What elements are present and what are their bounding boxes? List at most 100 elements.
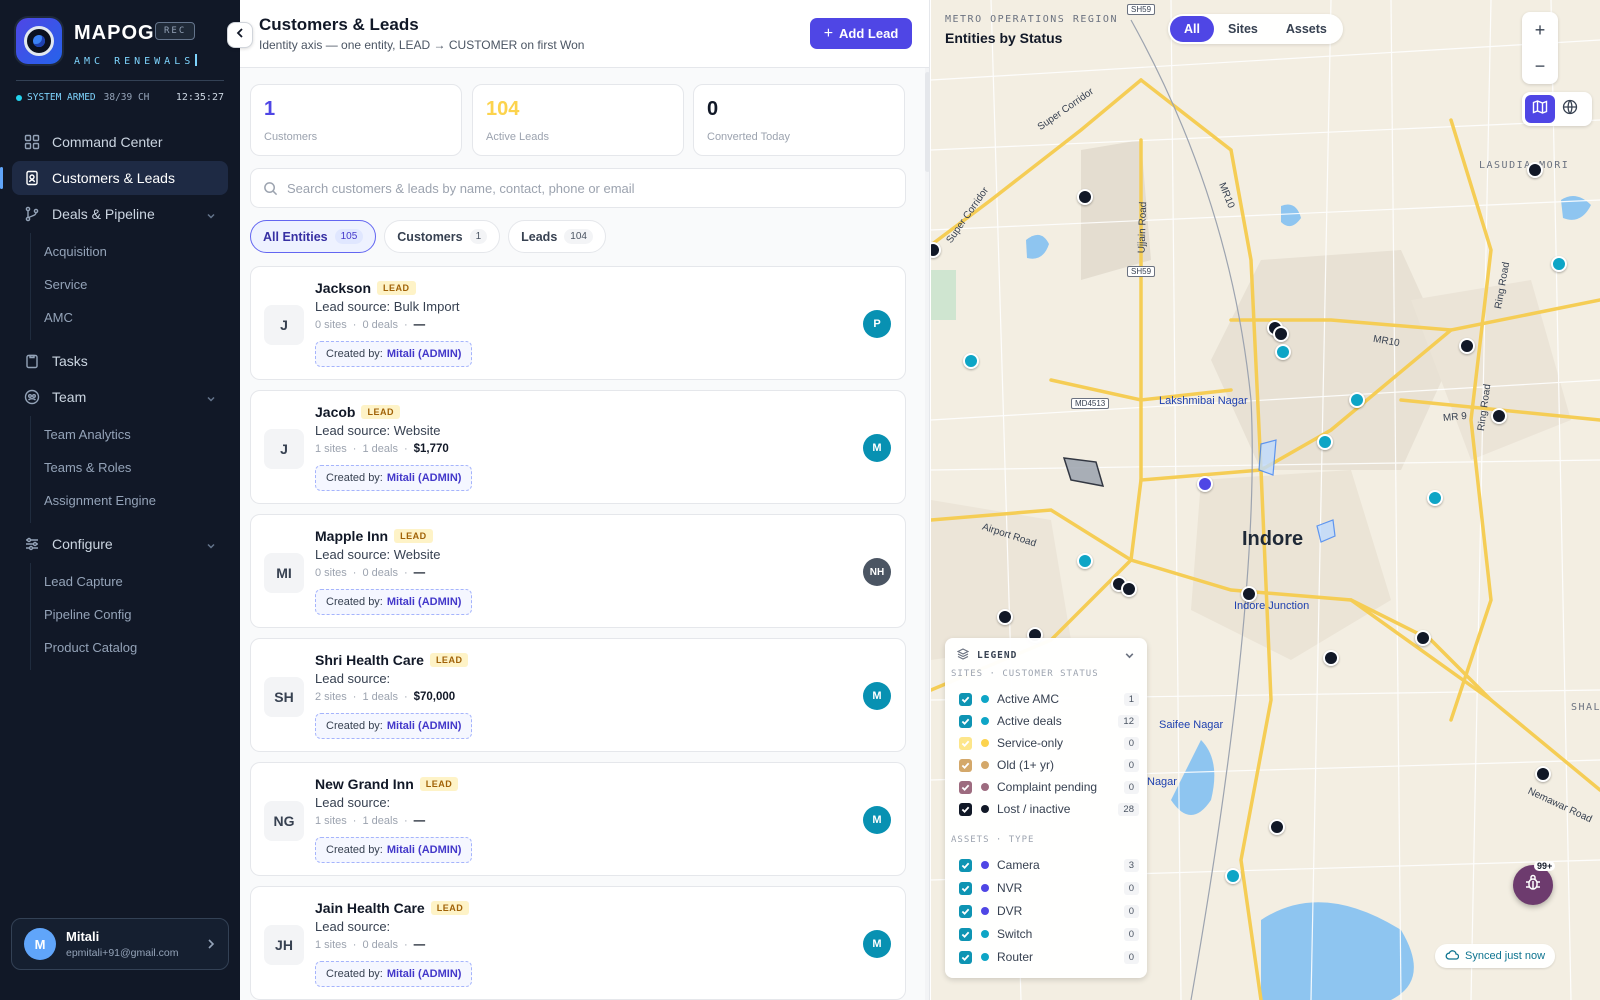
legend-row-nvr[interactable]: NVR 0 — [959, 879, 1139, 897]
sidebar-subitem-team-analytics[interactable]: Team Analytics — [31, 418, 228, 451]
map-marker[interactable] — [1121, 581, 1137, 597]
map-tab-sites[interactable]: Sites — [1214, 16, 1272, 42]
sidebar-item-team[interactable]: Team — [12, 380, 228, 414]
entity-card[interactable]: J Jackson LEAD Lead source: Bulk Import 0… — [250, 266, 906, 380]
checkbox-checked-icon[interactable] — [959, 692, 972, 706]
map-marker[interactable] — [1349, 392, 1365, 408]
map-marker[interactable] — [1491, 408, 1507, 424]
legend-row-old[interactable]: Old (1+ yr) 0 — [959, 756, 1139, 774]
owner-avatar[interactable]: M — [863, 806, 891, 834]
sidebar-subitem-service[interactable]: Service — [31, 268, 228, 301]
map-marker[interactable] — [1275, 344, 1291, 360]
entity-name: Jain Health Care — [315, 900, 425, 916]
created-by-tag[interactable]: Created by: Mitali (ADMIN) — [315, 961, 473, 987]
map-marker[interactable] — [1427, 490, 1443, 506]
legend-label: DVR — [997, 904, 1023, 918]
legend-row-lost-inactive[interactable]: Lost / inactive 28 — [959, 800, 1139, 818]
entity-card[interactable]: JH Jain Health Care LEAD Lead source: 1 s… — [250, 886, 906, 1000]
sidebar-subitem-lead-capture[interactable]: Lead Capture — [31, 565, 228, 598]
map-marker[interactable] — [1273, 326, 1289, 342]
legend-row-router[interactable]: Router 0 — [959, 948, 1139, 966]
list-scrollbar[interactable] — [925, 68, 929, 1000]
map-marker[interactable] — [1415, 630, 1431, 646]
created-by-tag[interactable]: Created by: Mitali (ADMIN) — [315, 465, 473, 491]
map-marker[interactable] — [1323, 650, 1339, 666]
map-marker[interactable] — [1269, 819, 1285, 835]
sidebar-item-customers-leads[interactable]: Customers & Leads — [0, 161, 228, 195]
map-marker[interactable] — [1527, 162, 1543, 178]
globe-view-button[interactable] — [1555, 95, 1585, 123]
map-marker[interactable] — [997, 609, 1013, 625]
checkbox-checked-icon[interactable] — [959, 904, 972, 918]
entity-card[interactable]: MI Mapple Inn LEAD Lead source: Website 0… — [250, 514, 906, 628]
filter-customers[interactable]: Customers 1 — [384, 220, 501, 253]
created-by-tag[interactable]: Created by: Mitali (ADMIN) — [315, 589, 473, 615]
map-marker[interactable] — [1077, 189, 1093, 205]
sidebar-item-configure[interactable]: Configure — [12, 527, 228, 561]
map-tab-all[interactable]: All — [1170, 16, 1214, 42]
created-by-tag[interactable]: Created by: Mitali (ADMIN) — [315, 341, 473, 367]
owner-avatar[interactable]: M — [863, 930, 891, 958]
map-view-button[interactable] — [1525, 95, 1555, 123]
zoom-in-button[interactable]: + — [1522, 12, 1558, 48]
add-lead-button[interactable]: + Add Lead — [810, 18, 912, 49]
owner-avatar[interactable]: P — [863, 310, 891, 338]
filter-leads[interactable]: Leads 104 — [508, 220, 606, 253]
sidebar-subitem-pipeline-config[interactable]: Pipeline Config — [31, 598, 228, 631]
legend-row-active-deals[interactable]: Active deals 12 — [959, 712, 1139, 730]
entity-card[interactable]: SH Shri Health Care LEAD Lead source: 2 s… — [250, 638, 906, 752]
entity-card[interactable]: J Jacob LEAD Lead source: Website 1 sites… — [250, 390, 906, 504]
map-marker[interactable] — [1535, 766, 1551, 782]
checkbox-checked-icon[interactable] — [959, 780, 972, 794]
map-marker[interactable] — [1317, 434, 1333, 450]
checkbox-checked-icon[interactable] — [959, 714, 972, 728]
checkbox-checked-icon[interactable] — [959, 758, 972, 772]
entity-card[interactable]: NG New Grand Inn LEAD Lead source: 1 site… — [250, 762, 906, 876]
filter-all-entities[interactable]: All Entities 105 — [250, 220, 377, 253]
map-marker[interactable] — [963, 353, 979, 369]
map-tab-assets[interactable]: Assets — [1272, 16, 1341, 42]
zoom-out-button[interactable]: − — [1522, 48, 1558, 84]
checkbox-checked-icon[interactable] — [959, 858, 972, 872]
sidebar-subitem-product-catalog[interactable]: Product Catalog — [31, 631, 228, 664]
legend-row-dvr[interactable]: DVR 0 — [959, 902, 1139, 920]
owner-avatar[interactable]: M — [863, 434, 891, 462]
checkbox-checked-icon[interactable] — [959, 950, 972, 964]
bug-report-button[interactable] — [1513, 865, 1553, 905]
map-marker[interactable] — [1551, 256, 1567, 272]
map-marker[interactable] — [1077, 553, 1093, 569]
legend-row-service-only[interactable]: Service-only 0 — [959, 734, 1139, 752]
created-by-tag[interactable]: Created by: Mitali (ADMIN) — [315, 837, 473, 863]
sidebar-item-deals-pipeline[interactable]: Deals & Pipeline — [12, 197, 228, 231]
sidebar-item-command-center[interactable]: Command Center — [12, 125, 228, 159]
entity-name-row: Jackson LEAD — [315, 280, 416, 296]
legend-row-complaint-pending[interactable]: Complaint pending 0 — [959, 778, 1139, 796]
owner-avatar[interactable]: M — [863, 682, 891, 710]
sidebar-subitem-acquisition[interactable]: Acquisition — [31, 235, 228, 268]
chevron-down-icon[interactable] — [1124, 648, 1135, 666]
search-input[interactable] — [287, 169, 897, 207]
collapse-sidebar-button[interactable] — [227, 22, 253, 48]
sidebar-subitem-teams-roles[interactable]: Teams & Roles — [31, 451, 228, 484]
created-by-tag[interactable]: Created by: Mitali (ADMIN) — [315, 713, 473, 739]
deal-amount: $1,770 — [413, 443, 449, 455]
owner-avatar[interactable]: NH — [863, 558, 891, 586]
map-panel[interactable]: METRO OPERATIONS REGION Entities by Stat… — [931, 0, 1600, 1000]
checkbox-checked-icon[interactable] — [959, 802, 972, 816]
checkbox-checked-icon[interactable] — [959, 927, 972, 941]
map-marker[interactable] — [1197, 476, 1213, 492]
legend-row-camera[interactable]: Camera 3 — [959, 856, 1139, 874]
list-scrollbar-thumb[interactable] — [925, 72, 929, 172]
map-marker[interactable] — [1459, 338, 1475, 354]
map-marker[interactable] — [1241, 586, 1257, 602]
legend-row-active-amc[interactable]: Active AMC 1 — [959, 690, 1139, 708]
sidebar-subitem-amc[interactable]: AMC — [31, 301, 228, 334]
legend-row-switch[interactable]: Switch 0 — [959, 925, 1139, 943]
checkbox-checked-icon[interactable] — [959, 881, 972, 895]
checkbox-checked-icon[interactable] — [959, 736, 972, 750]
sidebar-subitem-assignment-engine[interactable]: Assignment Engine — [31, 484, 228, 517]
map-marker[interactable] — [1225, 868, 1241, 884]
legend-header[interactable]: LEGEND — [956, 648, 1017, 663]
sidebar-item-tasks[interactable]: Tasks — [12, 344, 228, 378]
user-card[interactable]: M Mitali epmitali+91@gmail.com — [11, 918, 229, 970]
